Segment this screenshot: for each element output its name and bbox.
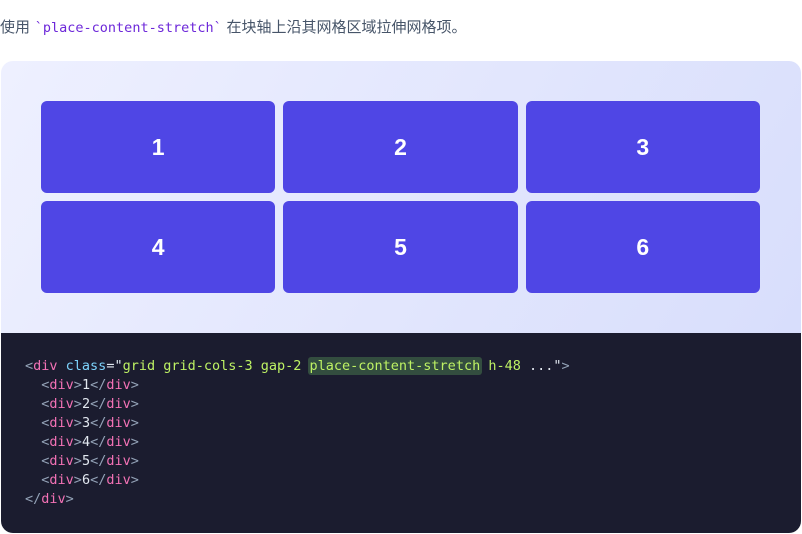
code-line-child-6: <div>6</div> [41,472,139,488]
code-line-child-4: <div>4</div> [41,434,139,450]
intro-prefix: 使用 [0,18,35,36]
grid-item-1: 1 [41,101,276,193]
grid-item-4: 4 [41,201,276,293]
code-line-close: </div> [25,491,74,507]
grid-item-6: 6 [525,201,760,293]
code-line-child-3: <div>3</div> [41,415,139,431]
code-panel: <div class="grid grid-cols-3 gap-2 place… [1,333,801,533]
code-line-open: <div class="grid grid-cols-3 gap-2 place… [25,357,570,375]
demo-grid: 1 2 3 4 5 6 [41,101,760,293]
code-line-child-2: <div>2</div> [41,396,139,412]
intro-text: 使用 `place-content-stretch` 在块轴上沿其网格区域拉伸网… [0,16,802,39]
example-card: 1 2 3 4 5 6 <div class="grid grid-cols-3… [1,61,801,533]
code-block: <div class="grid grid-cols-3 gap-2 place… [25,357,570,509]
highlighted-class: place-content-stretch [307,357,483,375]
grid-item-5: 5 [283,201,518,293]
preview-panel: 1 2 3 4 5 6 [1,61,801,333]
intro-code: `place-content-stretch` [34,20,222,36]
code-line-child-5: <div>5</div> [41,453,139,469]
grid-item-3: 3 [525,101,760,193]
code-line-child-1: <div>1</div> [41,377,139,393]
intro-suffix: 在块轴上沿其网格区域拉伸网格项。 [221,18,467,36]
grid-item-2: 2 [283,101,518,193]
